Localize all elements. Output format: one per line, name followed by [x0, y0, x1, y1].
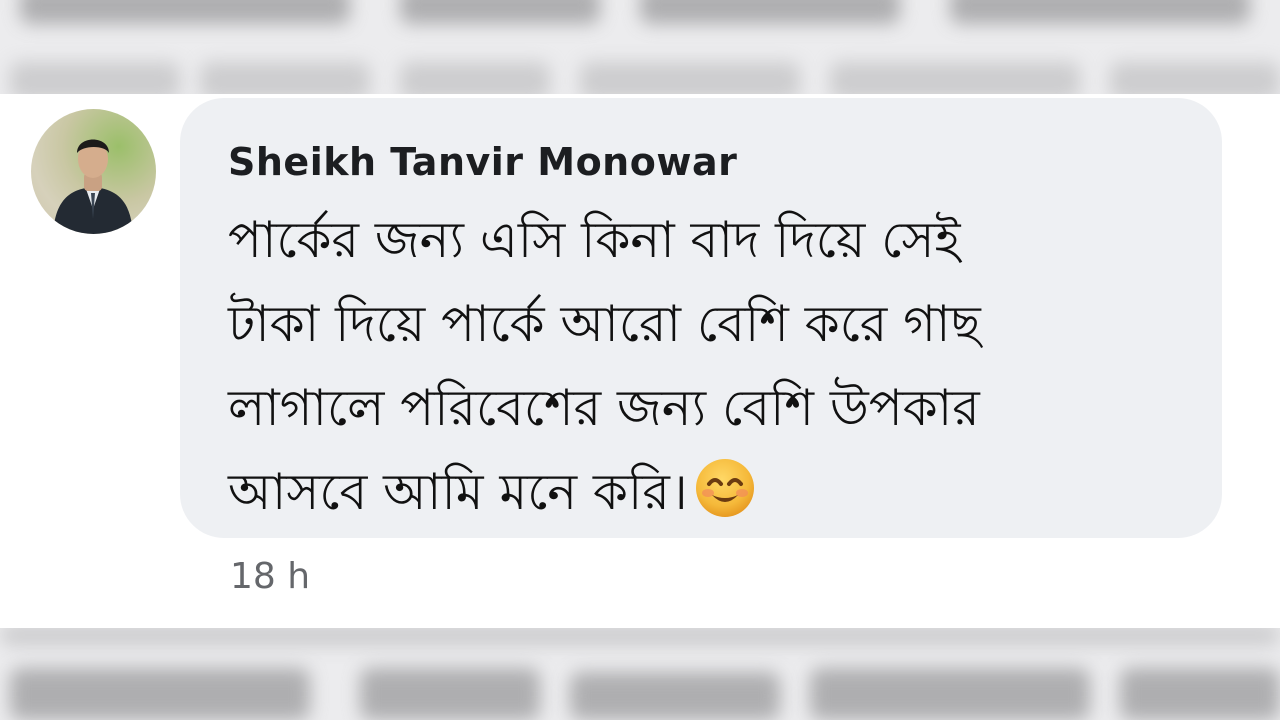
comment-text: পার্কের জন্য এসি কিনা বাদ দিয়ে সেই টাকা… — [228, 198, 1208, 534]
blurred-next-comment — [0, 628, 1280, 720]
comment-text-line: পার্কের জন্য এসি কিনা বাদ দিয়ে সেই — [228, 211, 961, 269]
person-photo-icon — [53, 139, 133, 234]
comment-timestamp[interactable]: 18 h — [230, 556, 310, 597]
comment-text-line: আসবে আমি মনে করি। — [228, 450, 1208, 534]
avatar[interactable] — [31, 109, 156, 234]
comment-text-line: লাগালে পরিবেশের জন্য বেশি উপকার — [228, 379, 980, 437]
blurred-previous-comment — [0, 0, 1280, 94]
smiling-face-emoji-icon — [694, 457, 756, 519]
comment-thread: Sheikh Tanvir Monowar পার্কের জন্য এসি ক… — [0, 0, 1280, 720]
comment-text-line: টাকা দিয়ে পার্কে আরো বেশি করে গাছ — [228, 295, 981, 353]
author-name[interactable]: Sheikh Tanvir Monowar — [228, 140, 737, 184]
comment-text-last: আসবে আমি মনে করি। — [228, 463, 688, 521]
